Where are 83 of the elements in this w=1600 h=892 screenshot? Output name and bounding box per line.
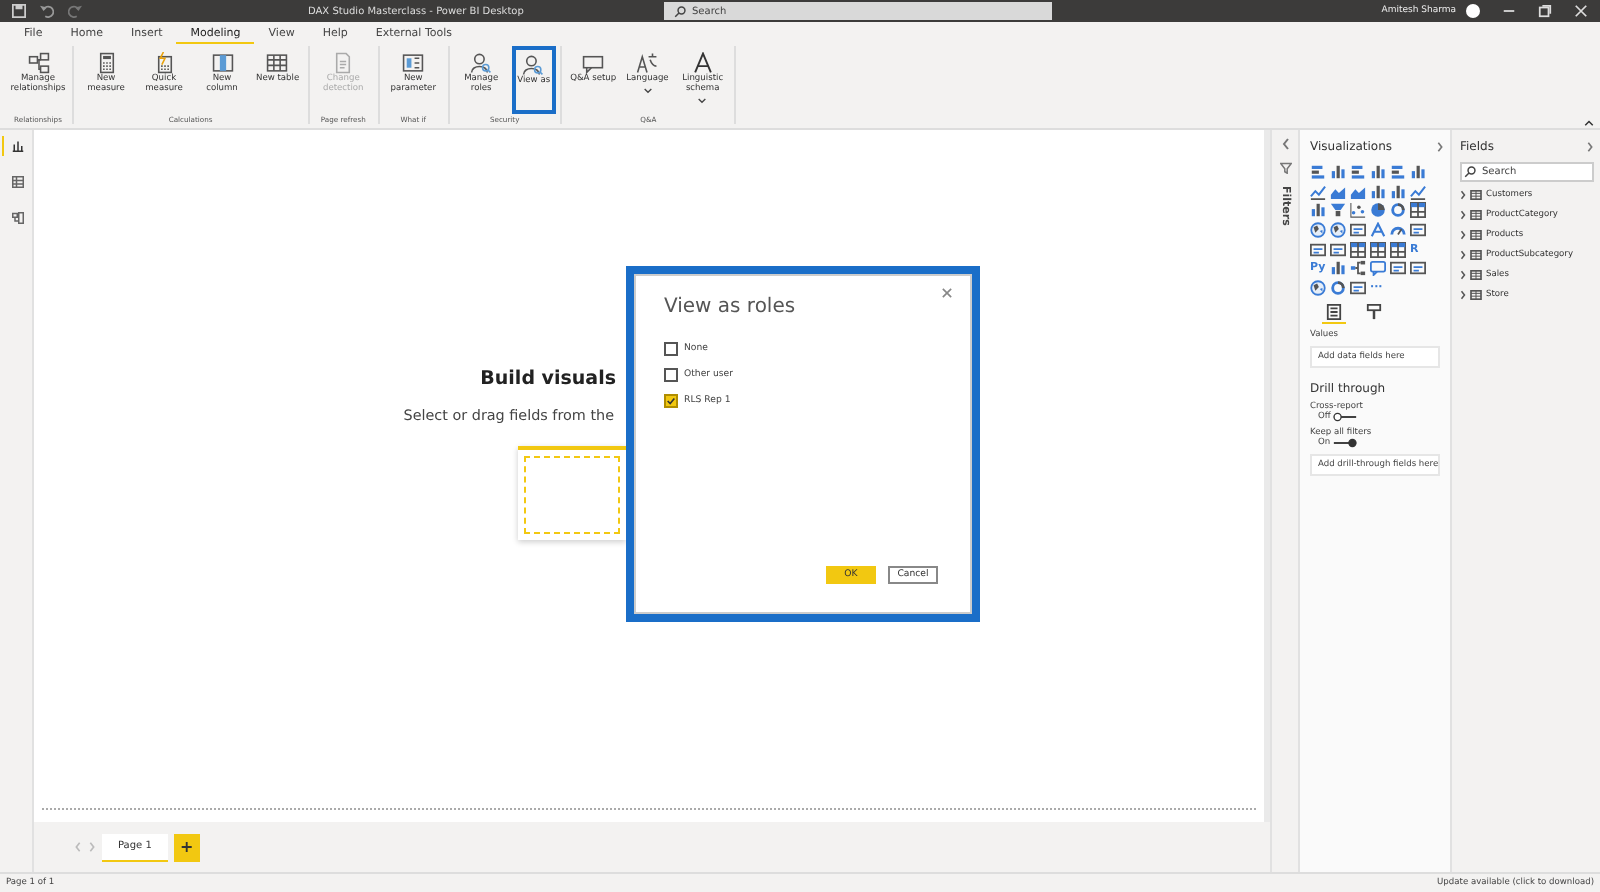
visual-type-icon[interactable]: [1310, 202, 1326, 219]
restore-icon[interactable]: [1538, 4, 1552, 18]
visual-type-icon[interactable]: [1330, 279, 1346, 296]
letter-icon: [691, 52, 714, 74]
visual-type-icon[interactable]: [1410, 260, 1426, 277]
expand-icon[interactable]: [1460, 270, 1466, 280]
minimize-icon[interactable]: [1502, 4, 1516, 18]
checkbox[interactable]: [664, 394, 678, 408]
fields-well-icon[interactable]: [1322, 301, 1346, 324]
save-icon[interactable]: [12, 4, 26, 18]
visual-type-icon[interactable]: [1370, 202, 1386, 219]
visual-type-icon[interactable]: [1350, 260, 1366, 277]
person-search-icon: [470, 52, 493, 74]
close-icon[interactable]: [942, 288, 952, 298]
redo-icon[interactable]: [68, 4, 82, 18]
filter-icon: [1279, 162, 1291, 174]
format-paint-icon[interactable]: [1362, 301, 1386, 324]
collapse-pane-icon[interactable]: [1586, 142, 1594, 152]
visual-type-icon[interactable]: [1350, 202, 1366, 219]
checkbox[interactable]: [664, 368, 678, 382]
expand-icon[interactable]: [1460, 250, 1466, 260]
expand-icon[interactable]: [1460, 210, 1466, 220]
add-page-button[interactable]: +: [173, 833, 200, 861]
visual-type-icon[interactable]: [1370, 260, 1386, 277]
visual-type-icon[interactable]: [1310, 241, 1326, 258]
visual-type-icon[interactable]: [1410, 221, 1426, 238]
visual-type-icon[interactable]: [1410, 183, 1426, 200]
visual-type-icon[interactable]: [1370, 221, 1386, 238]
visual-type-icon[interactable]: [1390, 202, 1406, 219]
visual-type-icon[interactable]: [1350, 221, 1366, 238]
table-icon: [1470, 270, 1482, 280]
table-icon: [1470, 290, 1482, 300]
canvas-heading: Build visuals: [480, 368, 616, 390]
visual-type-icon[interactable]: [1370, 241, 1386, 258]
person-search-icon: [522, 54, 545, 76]
undo-icon[interactable]: [40, 4, 54, 18]
visual-type-icon[interactable]: [1330, 163, 1346, 180]
visual-type-icon[interactable]: [1310, 221, 1326, 238]
expand-icon[interactable]: [1460, 190, 1466, 200]
expand-icon[interactable]: [1460, 230, 1466, 240]
lightning-calculator-icon: [153, 52, 175, 74]
checkbox[interactable]: [664, 342, 678, 356]
visual-type-icon[interactable]: [1390, 221, 1406, 238]
visual-type-icon[interactable]: [1350, 279, 1366, 296]
avatar-icon[interactable]: [1466, 4, 1480, 18]
parameter-icon: [402, 52, 425, 74]
speech-bubble-icon: [582, 52, 605, 74]
visual-type-icon[interactable]: [1330, 221, 1346, 238]
table-icon: [1470, 190, 1482, 200]
dialog-title: View as roles: [664, 296, 798, 318]
visual-type-icon[interactable]: [1410, 163, 1426, 180]
visual-type-icon[interactable]: [1310, 163, 1326, 180]
visual-type-icon[interactable]: [1330, 202, 1346, 219]
toggle-switch[interactable]: [1332, 411, 1359, 422]
document-icon: [332, 52, 355, 74]
table-icon: [1470, 210, 1482, 220]
expand-icon[interactable]: [1279, 138, 1291, 150]
visual-type-icon[interactable]: [1350, 163, 1366, 180]
table-icon: [266, 52, 289, 74]
toggle-switch[interactable]: [1332, 437, 1359, 448]
visual-type-icon[interactable]: [1330, 260, 1346, 277]
visual-type-icon[interactable]: [1390, 183, 1406, 200]
table-icon: [1470, 250, 1482, 260]
collapse-pane-icon[interactable]: [1436, 142, 1444, 152]
expand-icon[interactable]: [1460, 290, 1466, 300]
language-icon: [636, 52, 659, 74]
visual-type-icon[interactable]: [1410, 202, 1426, 219]
diagram-icon: [27, 52, 49, 74]
visual-type-icon[interactable]: [1350, 241, 1366, 258]
visual-type-icon[interactable]: [1370, 183, 1386, 200]
visual-type-icon[interactable]: [1370, 163, 1386, 180]
visual-type-icon[interactable]: [1390, 260, 1406, 277]
search-icon: [1464, 166, 1476, 178]
column-icon: [211, 52, 233, 74]
visual-type-icon[interactable]: [1310, 183, 1326, 200]
visual-type-icon[interactable]: [1310, 279, 1326, 296]
collapse-icon[interactable]: [1584, 120, 1594, 126]
visual-type-icon[interactable]: [1390, 241, 1406, 258]
search-icon: [674, 5, 686, 17]
visual-type-icon[interactable]: [1330, 241, 1346, 258]
table-icon: [1470, 230, 1482, 240]
visual-type-icon[interactable]: [1390, 163, 1406, 180]
calculator-icon: [95, 52, 117, 74]
